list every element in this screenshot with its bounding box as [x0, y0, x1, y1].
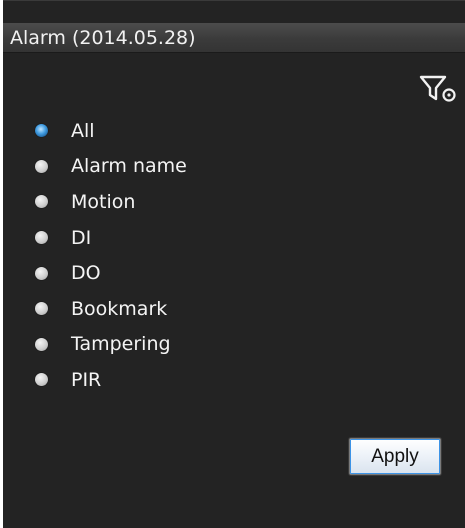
apply-button[interactable]: Apply: [349, 438, 441, 475]
radio-option-all[interactable]: All: [35, 113, 187, 149]
radio-option-label: Tampering: [71, 333, 171, 356]
filter-settings-icon[interactable]: [417, 71, 459, 105]
radio-option-di[interactable]: DI: [35, 220, 187, 256]
radio-button[interactable]: [35, 159, 48, 173]
panel-title: Alarm (2014.05.28): [3, 23, 465, 53]
radio-option-bookmark[interactable]: Bookmark: [35, 291, 187, 327]
radio-option-do[interactable]: DO: [35, 255, 187, 291]
alarm-type-radio-group: All Alarm name Motion DI DO Bookmark Tam…: [35, 113, 187, 398]
radio-option-label: DO: [71, 262, 101, 285]
radio-button[interactable]: [35, 302, 48, 316]
radio-option-alarm-name[interactable]: Alarm name: [35, 149, 187, 185]
radio-option-label: Alarm name: [71, 155, 187, 178]
radio-button[interactable]: [35, 231, 48, 245]
radio-option-tampering[interactable]: Tampering: [35, 327, 187, 363]
radio-option-label: PIR: [71, 368, 102, 391]
radio-option-pir[interactable]: PIR: [35, 362, 187, 398]
radio-option-label: All: [71, 119, 95, 142]
radio-option-label: Motion: [71, 190, 136, 213]
radio-option-label: Bookmark: [71, 297, 168, 320]
radio-button[interactable]: [35, 373, 48, 387]
radio-button-selected[interactable]: [35, 124, 48, 138]
radio-option-label: DI: [71, 226, 92, 249]
alarm-filter-panel: Alarm (2014.05.28) All Alarm name Motion…: [3, 0, 465, 528]
radio-button[interactable]: [35, 266, 48, 280]
radio-option-motion[interactable]: Motion: [35, 184, 187, 220]
radio-button[interactable]: [35, 337, 48, 351]
radio-button[interactable]: [35, 195, 48, 209]
